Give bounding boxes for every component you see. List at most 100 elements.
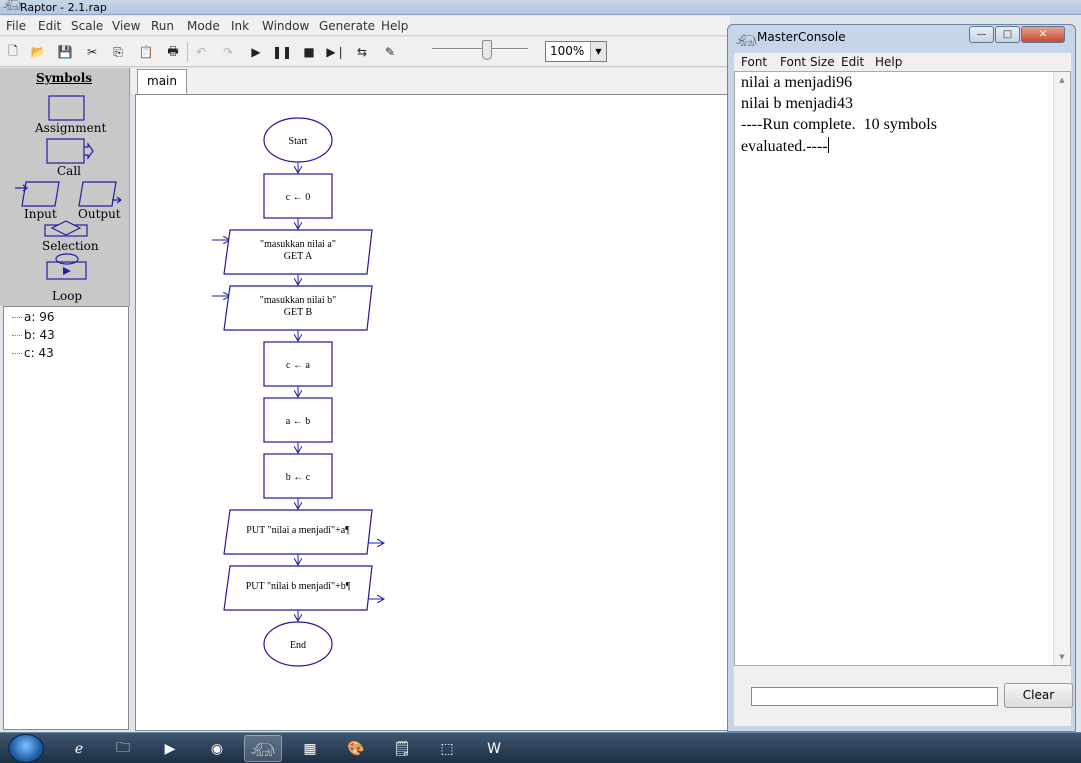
svg-text:PUT "nilai a menjadi"+a¶: PUT "nilai a menjadi"+a¶ xyxy=(246,525,350,536)
pen-icon[interactable]: ✎ xyxy=(379,41,401,63)
undo-icon[interactable]: ↶ xyxy=(190,41,212,63)
minimize-button[interactable]: — xyxy=(969,26,994,43)
loop-symbol[interactable] xyxy=(46,253,87,280)
console-menu-font-size[interactable]: Font Size xyxy=(780,55,835,69)
assignment-b-c[interactable]: b ← c xyxy=(263,453,333,499)
svg-text:a ← b: a ← b xyxy=(286,416,310,427)
start-button[interactable] xyxy=(8,734,44,763)
console-line: ----Run complete. 10 symbols xyxy=(741,116,937,133)
variable-item[interactable]: a: 96 xyxy=(12,310,54,324)
taskbar: ℯ 🗀 ▶ ◉ 𓃰 ▦ 🎨 🗒 ⬚ W xyxy=(0,732,1081,763)
variables-panel: a: 96 b: 43 c: 43 xyxy=(3,306,129,730)
assignment-a-b[interactable]: a ← b xyxy=(263,397,333,443)
output-symbol[interactable] xyxy=(78,181,122,207)
svg-text:b ← c: b ← c xyxy=(286,472,311,483)
step-icon[interactable]: ▶❘ xyxy=(325,41,347,63)
clear-button[interactable]: Clear xyxy=(1004,683,1073,708)
flowchart: Start c ← 0 "masukkan nilai a" GET A "ma… xyxy=(212,117,727,667)
svg-text:c ← 0: c ← 0 xyxy=(286,192,310,203)
stop-icon[interactable]: ■ xyxy=(298,41,320,63)
save-icon[interactable]: 💾 xyxy=(54,41,76,63)
speed-slider-thumb[interactable] xyxy=(481,40,492,60)
notepad-icon[interactable]: 🗒 xyxy=(383,735,421,762)
svg-text:"masukkan nilai b": "masukkan nilai b" xyxy=(260,295,336,306)
close-button[interactable]: ✕ xyxy=(1021,26,1065,43)
zoom-select[interactable]: 100% ▼ xyxy=(545,41,607,62)
media-player-icon[interactable]: ▶ xyxy=(151,735,189,762)
output-b[interactable]: PUT "nilai b menjadi"+b¶ xyxy=(223,565,384,611)
speed-slider-track[interactable] xyxy=(432,48,528,50)
variable-item[interactable]: c: 43 xyxy=(12,346,54,360)
scroll-down-icon[interactable]: ▼ xyxy=(1054,649,1070,665)
pause-icon[interactable]: ❚❚ xyxy=(271,41,293,63)
input-a[interactable]: "masukkan nilai a" GET A xyxy=(212,229,373,275)
console-scrollbar[interactable]: ▲ ▼ xyxy=(1053,72,1070,665)
start-terminal[interactable]: Start xyxy=(263,117,333,163)
console-output[interactable]: nilai a menjadi96 nilai b menjadi43 ----… xyxy=(734,71,1071,666)
scroll-up-icon[interactable]: ▲ xyxy=(1054,72,1070,88)
flowchart-canvas[interactable]: Start c ← 0 "masukkan nilai a" GET A "ma… xyxy=(135,94,728,731)
print-icon[interactable]: 🖶 xyxy=(162,41,184,63)
call-symbol[interactable] xyxy=(46,138,94,164)
console-title: MasterConsole xyxy=(757,30,846,44)
call-label: Call xyxy=(57,164,82,178)
menu-ink[interactable]: Ink xyxy=(231,19,249,33)
zoom-value: 100% xyxy=(550,44,585,58)
chrome-icon[interactable]: ◉ xyxy=(198,735,236,762)
acrobat-reader-icon[interactable]: ⬚ xyxy=(428,735,466,762)
tab-strip: main xyxy=(131,68,730,94)
output-a[interactable]: PUT "nilai a menjadi"+a¶ xyxy=(223,509,384,555)
menu-window[interactable]: Window xyxy=(262,19,309,33)
selection-symbol[interactable] xyxy=(44,220,88,237)
maximize-button[interactable]: □ xyxy=(995,26,1020,43)
file-explorer-icon[interactable]: 🗀 xyxy=(104,735,142,762)
paste-icon[interactable]: 📋 xyxy=(135,41,157,63)
svg-text:End: End xyxy=(290,640,306,651)
desktop: 𓃰 Raptor - 2.1.rap File Edit Scale View … xyxy=(0,0,1081,763)
dev-cpp-icon[interactable]: ▦ xyxy=(291,735,329,762)
console-menu-font[interactable]: Font xyxy=(741,55,767,69)
console-menu-bar: Font Font Size Edit Help xyxy=(734,53,1071,71)
loop-label: Loop xyxy=(52,289,83,303)
menu-file[interactable]: File xyxy=(6,19,26,33)
input-b[interactable]: "masukkan nilai b" GET B xyxy=(212,285,373,331)
menu-help[interactable]: Help xyxy=(381,19,408,33)
internet-explorer-icon[interactable]: ℯ xyxy=(60,735,98,762)
menu-run[interactable]: Run xyxy=(151,19,174,33)
end-terminal[interactable]: End xyxy=(263,621,333,667)
test-server-icon[interactable]: ⇆ xyxy=(351,41,373,63)
menu-view[interactable]: View xyxy=(112,19,140,33)
copy-icon[interactable]: ⎘ xyxy=(107,41,129,63)
open-folder-icon[interactable]: 📂 xyxy=(27,41,49,63)
tab-main[interactable]: main xyxy=(137,69,187,94)
input-symbol[interactable] xyxy=(15,181,60,207)
menu-mode[interactable]: Mode xyxy=(187,19,220,33)
cut-icon[interactable]: ✂ xyxy=(81,41,103,63)
new-file-icon[interactable]: 🗋 xyxy=(2,41,24,63)
word-icon[interactable]: W xyxy=(475,735,513,762)
assignment-c-0[interactable]: c ← 0 xyxy=(263,173,333,219)
raptor-icon[interactable]: 𓃰 xyxy=(244,735,282,762)
symbols-palette: Symbols Assignment Call Input Output Sel… xyxy=(0,68,130,306)
menu-scale[interactable]: Scale xyxy=(71,19,103,33)
raptor-icon: 𓃰 xyxy=(3,0,23,13)
paint-icon[interactable]: 🎨 xyxy=(337,735,375,762)
chevron-down-icon[interactable]: ▼ xyxy=(590,42,606,61)
svg-text:c ← a: c ← a xyxy=(286,360,310,371)
console-command-input[interactable] xyxy=(751,687,998,706)
selection-label: Selection xyxy=(42,239,99,253)
console-line: nilai b menjadi43 xyxy=(741,95,853,112)
assignment-c-a[interactable]: c ← a xyxy=(263,341,333,387)
play-icon[interactable]: ▶ xyxy=(245,41,267,63)
console-menu-help[interactable]: Help xyxy=(875,55,902,69)
menu-generate[interactable]: Generate xyxy=(319,19,375,33)
svg-text:"masukkan nilai a": "masukkan nilai a" xyxy=(260,239,336,250)
assignment-symbol[interactable] xyxy=(48,95,85,121)
console-menu-edit[interactable]: Edit xyxy=(841,55,864,69)
console-input-area: Clear xyxy=(734,666,1073,726)
variable-item[interactable]: b: 43 xyxy=(12,328,55,342)
redo-icon[interactable]: ↷ xyxy=(217,41,239,63)
master-console-window: 𓃰 MasterConsole — □ ✕ Font Font Size Edi… xyxy=(727,24,1076,732)
menu-edit[interactable]: Edit xyxy=(38,19,61,33)
raptor-icon: 𓃰 xyxy=(736,35,757,49)
